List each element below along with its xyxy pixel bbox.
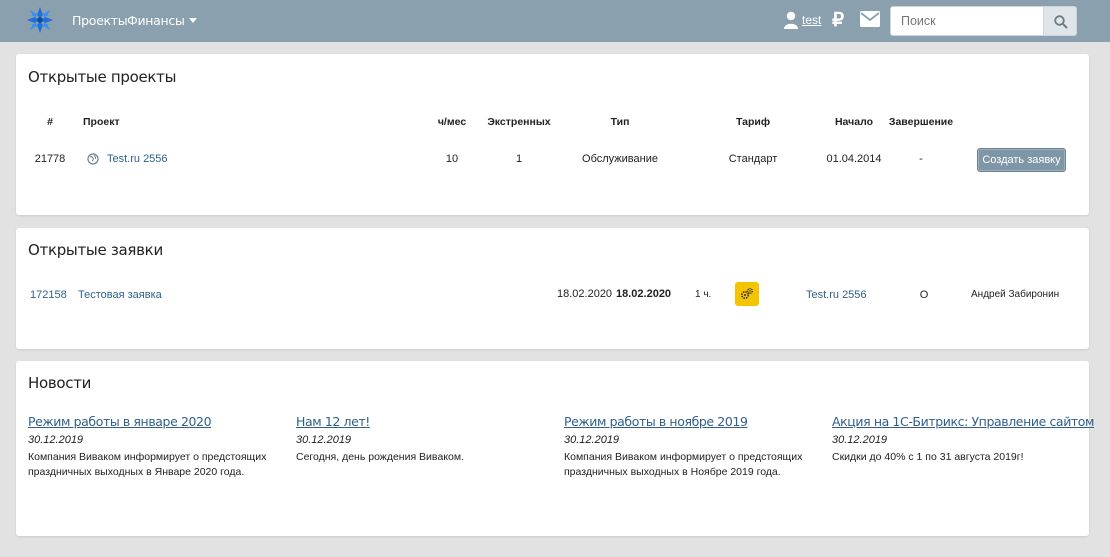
news-item-date: 30.12.2019 — [296, 434, 352, 446]
gears-icon — [740, 288, 753, 300]
mail-icon[interactable] — [860, 11, 880, 27]
open-projects-title: Открытые проекты — [28, 68, 177, 86]
news-item-title-link[interactable]: Режим работы в январе 2020 — [28, 414, 212, 429]
project-start: 01.04.2014 — [826, 153, 882, 165]
project-urgent: 1 — [515, 153, 523, 165]
nav-finance-dropdown[interactable]: Финансы — [127, 13, 197, 28]
project-link[interactable]: Test.ru 2556 — [107, 153, 168, 165]
top-navbar: Проекты Финансы test ₽ — [0, 0, 1110, 42]
news-item-text: Скидки до 40% с 1 по 31 августа 2019г! — [832, 451, 1024, 463]
ticket-id-link[interactable]: 172158 — [30, 289, 67, 301]
create-ticket-button[interactable]: Создать заявку — [977, 148, 1066, 172]
column-header-project: Проект — [83, 116, 120, 128]
news-item-title-link[interactable]: Нам 12 лет! — [296, 414, 370, 429]
search-button[interactable] — [1043, 6, 1077, 36]
logo-icon[interactable] — [26, 6, 54, 34]
ticket-status: О — [919, 289, 929, 301]
news-item-title-link[interactable]: Акция на 1С-Битрикс: Управление сайтом — [832, 414, 1094, 429]
news-card: Новости Режим работы в январе 2020 30.12… — [16, 361, 1094, 536]
project-end: - — [919, 153, 923, 165]
news-item-title-link[interactable]: Режим работы в ноябре 2019 — [564, 414, 748, 429]
news-title: Новости — [28, 374, 92, 392]
column-header-hours: ч/мес — [437, 116, 467, 128]
user-name-link[interactable]: test — [802, 13, 821, 27]
globe-icon — [87, 153, 99, 165]
project-id: 21778 — [34, 153, 66, 165]
chevron-down-icon — [188, 18, 197, 23]
column-header-start: Начало — [834, 116, 874, 128]
nav-projects[interactable]: Проекты — [72, 13, 128, 28]
ticket-type-badge — [735, 282, 759, 306]
news-item-date: 30.12.2019 — [832, 434, 888, 446]
search-icon — [1054, 15, 1068, 29]
column-header-type: Тип — [610, 116, 630, 128]
open-projects-card: Открытые проекты # Проект ч/мес Экстренн… — [16, 54, 1089, 215]
column-header-urgent: Экстренных — [487, 116, 551, 128]
project-type: Обслуживание — [582, 153, 658, 165]
news-item-text: Сегодня, день рождения Вивaком. — [296, 451, 465, 463]
user-icon[interactable] — [784, 11, 798, 29]
ticket-time: 1 ч. — [695, 289, 712, 300]
open-tickets-title: Открытые заявки — [28, 241, 163, 259]
column-header-end: Завершение — [888, 116, 954, 128]
nav-finance-label: Финансы — [127, 13, 185, 28]
ticket-project-link[interactable]: Test.ru 2556 — [806, 289, 867, 301]
column-header-tariff: Тариф — [735, 116, 771, 128]
news-item-date: 30.12.2019 — [28, 434, 84, 446]
ticket-name-link[interactable]: Тестовая заявка — [78, 289, 162, 301]
news-item-date: 30.12.2019 — [564, 434, 620, 446]
column-header-number: # — [47, 116, 53, 128]
news-item-text: Компания Вивaком информирует о предстоящ… — [28, 451, 267, 478]
news-item-text: Компания Вивaком информирует о предстоящ… — [564, 451, 803, 478]
project-tariff: Стандарт — [728, 153, 778, 165]
project-hours: 10 — [445, 153, 459, 165]
ruble-icon[interactable]: ₽ — [832, 9, 844, 32]
search-input[interactable] — [890, 6, 1044, 36]
ticket-deadline-date: 18.02.2020 — [616, 288, 672, 300]
ticket-assignee: Андрей Забиронин — [971, 289, 1060, 300]
open-tickets-card: Открытые заявки 172158 Тестовая заявка 1… — [16, 228, 1089, 349]
ticket-created-date: 18.02.2020 — [557, 288, 613, 300]
